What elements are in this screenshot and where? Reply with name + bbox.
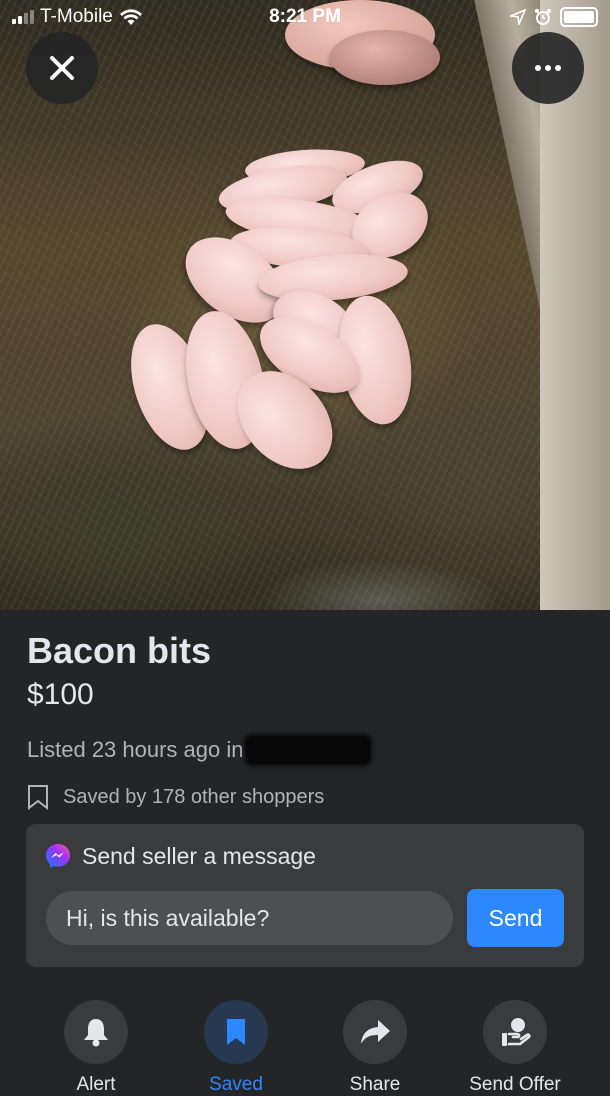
offer-hand-icon — [502, 1018, 531, 1046]
message-seller-card: Send seller a message Hi, is this availa… — [26, 824, 584, 967]
messenger-icon — [46, 844, 70, 868]
listing-title: Bacon bits — [27, 630, 212, 671]
saved-action[interactable]: Saved — [171, 1000, 301, 1096]
message-header: Send seller a message — [44, 842, 316, 870]
saved-text: Saved by 178 other shoppers — [63, 785, 325, 808]
battery-icon — [560, 7, 598, 27]
listing-price: $100 — [27, 678, 94, 711]
alarm-icon — [535, 9, 551, 25]
bell-icon — [84, 1019, 108, 1047]
alert-button[interactable] — [64, 1000, 128, 1064]
listed-location: Listed 23 hours ago in — [27, 736, 370, 764]
saved-button[interactable] — [204, 1000, 268, 1064]
share-arrow-icon — [361, 1020, 390, 1044]
status-bar: T-Mobile 8:21 PM — [0, 0, 610, 34]
close-icon — [50, 56, 74, 80]
share-label: Share — [349, 1074, 401, 1095]
redacted-location — [245, 736, 370, 764]
saved-count: Saved by 178 other shoppers — [27, 784, 324, 810]
message-input[interactable]: Hi, is this available? — [46, 891, 453, 945]
alert-label: Alert — [76, 1074, 116, 1095]
action-bar: Alert Saved Share Send Offer — [0, 1000, 610, 1095]
bookmark-icon — [227, 1019, 245, 1045]
share-button[interactable] — [343, 1000, 407, 1064]
send-offer-action[interactable]: Send Offer — [450, 1000, 580, 1096]
send-offer-label: Send Offer — [469, 1074, 561, 1095]
send-button[interactable]: Send — [467, 889, 564, 947]
alert-action[interactable]: Alert — [31, 1000, 161, 1096]
close-button[interactable] — [26, 32, 98, 104]
more-icon — [535, 65, 561, 71]
bookmark-outline-icon — [28, 785, 48, 810]
more-options-button[interactable] — [512, 32, 584, 104]
send-offer-button[interactable] — [483, 1000, 547, 1064]
status-right-group — [510, 7, 598, 27]
listed-text: Listed 23 hours ago in — [27, 737, 244, 762]
piglet — [330, 30, 440, 85]
share-action[interactable]: Share — [310, 1000, 440, 1096]
saved-label: Saved — [209, 1074, 263, 1095]
listing-photo[interactable] — [0, 0, 610, 610]
message-header-text: Send seller a message — [82, 842, 316, 869]
location-icon — [510, 9, 526, 25]
